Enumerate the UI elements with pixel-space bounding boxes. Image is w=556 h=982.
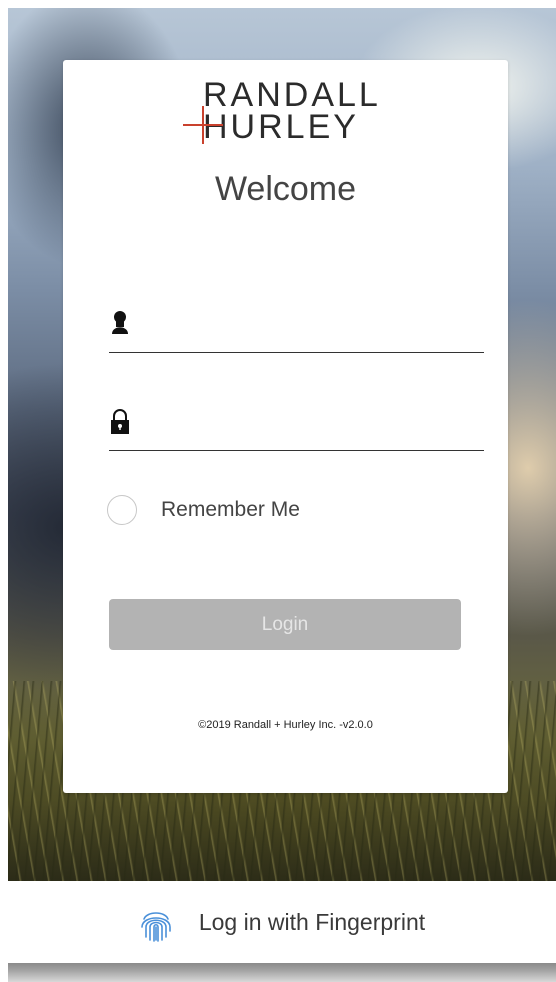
brand-logo: RANDALL HURLEY: [183, 76, 393, 146]
lock-icon: [111, 409, 129, 434]
fingerprint-icon: [141, 912, 171, 942]
logo-plus-icon: [183, 106, 223, 146]
copyright-text: ©2019 Randall + Hurley Inc. -v2.0.0: [198, 719, 373, 731]
page-title: Welcome: [214, 170, 357, 208]
remember-me-radio[interactable]: [107, 495, 137, 525]
login-screen: RANDALL HURLEY Welcome Remember Me Login…: [0, 0, 556, 982]
user-icon: [112, 311, 128, 334]
username-input[interactable]: [145, 308, 479, 346]
remember-me-label: Remember Me: [161, 498, 300, 521]
logo-line-1: RANDALL: [203, 76, 381, 114]
fingerprint-login-label: Log in with Fingerprint: [198, 908, 426, 935]
password-input[interactable]: [145, 406, 479, 444]
login-button[interactable]: Login: [109, 599, 461, 650]
remember-me-toggle[interactable]: Remember Me: [107, 493, 300, 527]
username-field: [109, 302, 484, 353]
fingerprint-login-button[interactable]: Log in with Fingerprint: [8, 881, 556, 963]
password-field: [109, 400, 484, 451]
logo-line-2: HURLEY: [203, 108, 359, 146]
bottom-shadow: [8, 963, 556, 982]
login-card: RANDALL HURLEY Welcome Remember Me Login…: [63, 60, 508, 793]
